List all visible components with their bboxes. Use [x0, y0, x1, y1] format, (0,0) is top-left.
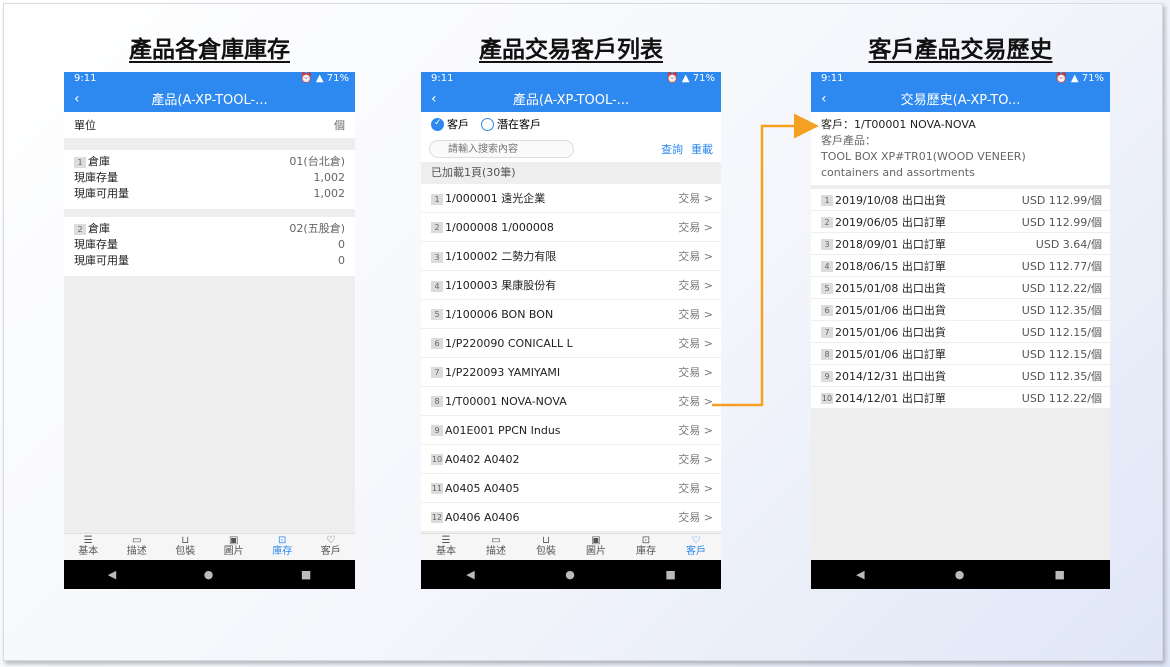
- arrow-path: [712, 113, 819, 407]
- connector-arrow: [712, 113, 819, 407]
